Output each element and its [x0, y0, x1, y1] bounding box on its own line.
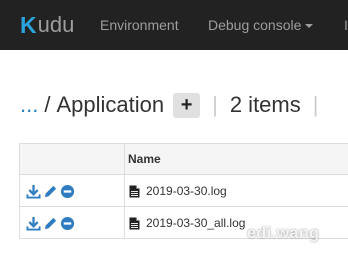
minus-circle-icon[interactable] — [60, 216, 75, 231]
divider: | — [312, 92, 319, 117]
nav-item-partial[interactable]: I — [344, 0, 348, 50]
column-divider — [124, 144, 125, 174]
logo-k: K — [20, 11, 37, 38]
navbar: Kudu Environment Debug console I — [0, 0, 348, 50]
row-actions — [26, 183, 77, 199]
file-icon — [129, 217, 140, 229]
pencil-icon[interactable] — [43, 184, 58, 199]
breadcrumb-current: Application — [56, 92, 165, 117]
column-header-name[interactable]: Name — [128, 144, 161, 175]
file-icon — [129, 185, 140, 197]
file-name-label: 2019-03-30_all.log — [146, 216, 246, 230]
row-actions — [26, 215, 77, 231]
divider: | — [212, 92, 218, 117]
download-icon[interactable] — [26, 184, 41, 199]
file-name[interactable]: 2019-03-30_all.log — [129, 207, 245, 239]
add-button[interactable]: + — [173, 92, 201, 118]
breadcrumb: ... / Application + | 2 items | — [20, 90, 330, 120]
chevron-down-icon — [305, 24, 314, 29]
file-name-label: 2019-03-30.log — [146, 184, 227, 198]
table-row: 2019-03-30.log — [19, 175, 348, 207]
nav-debug-console-label: Debug console — [208, 17, 302, 33]
breadcrumb-parent-link[interactable]: ... — [20, 92, 38, 118]
kudu-logo[interactable]: Kudu — [20, 11, 74, 39]
logo-text: udu — [37, 12, 75, 37]
column-divider — [124, 207, 125, 238]
nav-debug-console[interactable]: Debug console — [208, 0, 314, 50]
minus-circle-icon[interactable] — [60, 184, 75, 199]
table-header: Name — [19, 144, 348, 175]
column-divider — [124, 175, 125, 206]
pencil-icon[interactable] — [43, 216, 58, 231]
watermark: edi.wang — [247, 225, 320, 242]
breadcrumb-separator: / — [44, 92, 51, 117]
file-name[interactable]: 2019-03-30.log — [129, 175, 227, 207]
nav-environment[interactable]: Environment — [100, 0, 179, 50]
download-icon[interactable] — [26, 216, 41, 231]
item-count: 2 items — [229, 92, 301, 117]
